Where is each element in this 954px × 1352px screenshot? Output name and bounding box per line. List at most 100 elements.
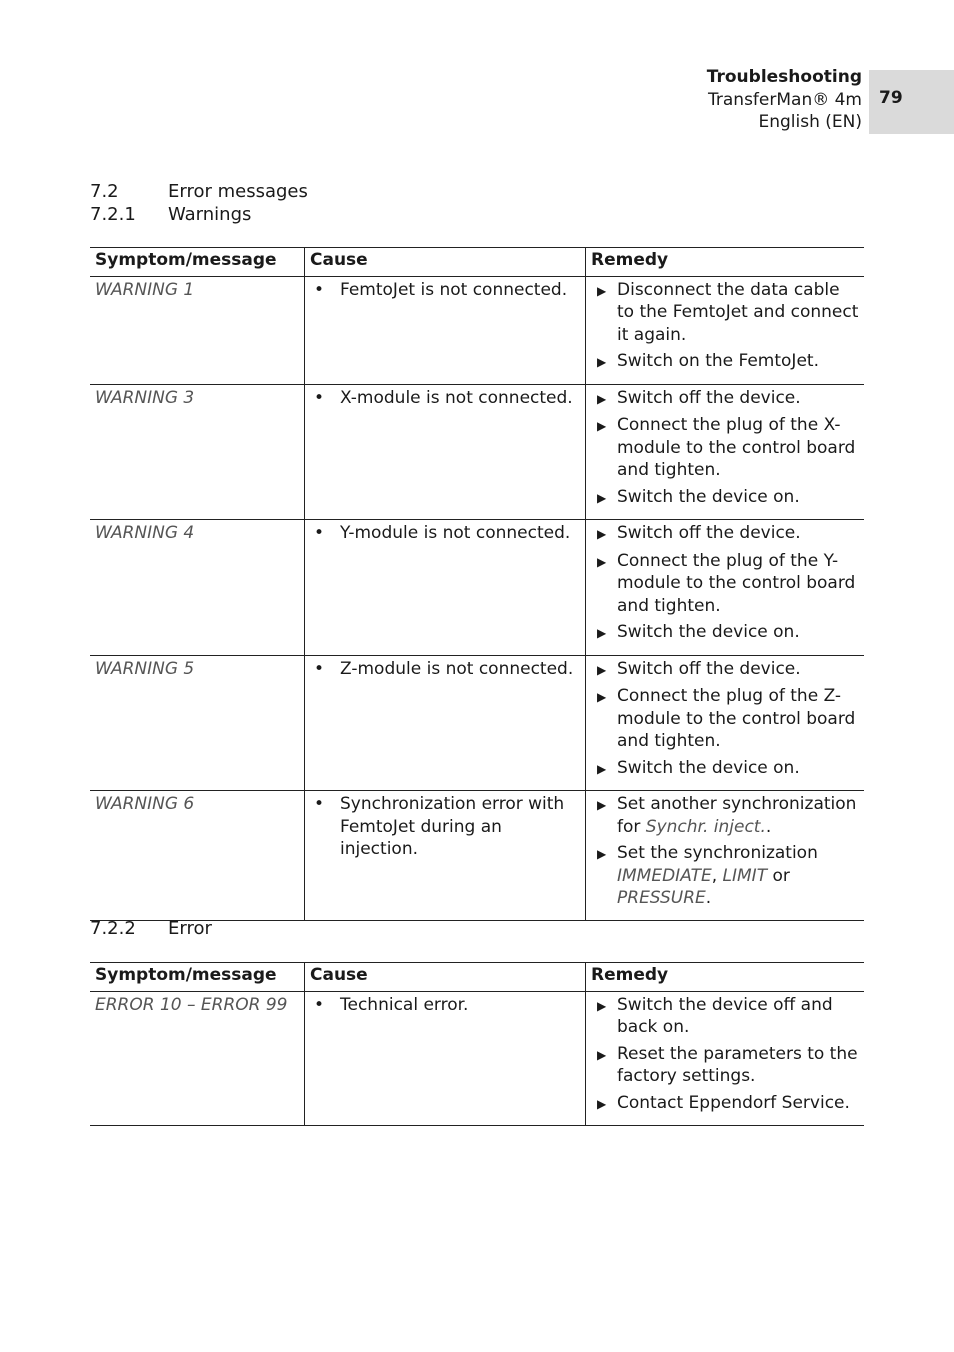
triangle-bullet-icon: ▶	[597, 1096, 607, 1111]
symptom-message: WARNING 3	[95, 387, 195, 408]
symptom-message: WARNING 6	[95, 794, 195, 814]
cause-text: Synchronization error with FemtoJet duri…	[340, 794, 565, 859]
col-symptom: Symptom/message	[90, 962, 305, 992]
cause-cell: • Technical error.	[304, 991, 586, 1126]
cause-cell: • Synchronization error with FemtoJet dur…	[304, 790, 586, 921]
remedy-fragment: Set the synchronization	[617, 843, 818, 863]
col-cause: Cause	[304, 247, 586, 277]
remedy-item: ▶ Switch off the device.	[591, 387, 859, 411]
triangle-bullet-icon: ▶	[597, 527, 607, 541]
remedy-item: ▶ Reset the parameters to the factory set…	[591, 1043, 859, 1088]
remedy-item: ▶ Set the synchronization IMMEDIATE, LIMI…	[591, 842, 859, 910]
remedy-text: Connect the plug of the X-module to the …	[617, 415, 856, 480]
remedy-cell: ▶ Set another synchronization for Synchr.…	[585, 790, 864, 921]
col-cause: Cause	[304, 962, 586, 992]
col-remedy: Remedy	[585, 962, 864, 992]
triangle-bullet-icon: ▶	[597, 761, 607, 776]
remedy-item: ▶ Switch on the FemtoJet.	[591, 350, 859, 374]
cause-text: FemtoJet is not connected.	[340, 279, 568, 300]
cause-item: • X-module is not connected.	[310, 387, 580, 410]
remedy-fragment: .	[765, 816, 772, 837]
cause-cell: • Z-module is not connected.	[304, 655, 586, 791]
remedy-cell: ▶ Switch off the device. ▶ Connect the plug…	[585, 519, 864, 656]
table-row: WARNING 6 • Synchronization error with Fem…	[90, 790, 864, 921]
col-remedy: Remedy	[585, 247, 864, 277]
page-number-box: 79	[869, 70, 954, 134]
bullet-icon: •	[314, 794, 325, 814]
remedy-text: Switch on the FemtoJet.	[617, 351, 819, 371]
remedy-text: Switch off the device.	[617, 658, 801, 679]
bullet-icon: •	[314, 658, 325, 679]
remedy-text: Reset the parameters to the factory sett…	[617, 1043, 858, 1087]
running-header: Troubleshooting TransferMan® 4m English …	[707, 66, 862, 134]
table-row: WARNING 1 • FemtoJet is not connected. ▶ Dis…	[90, 276, 864, 385]
triangle-bullet-icon: ▶	[597, 1047, 607, 1062]
remedy-fragment: .	[705, 888, 712, 908]
triangle-bullet-icon: ▶	[597, 283, 607, 298]
symptom-cell: WARNING 1	[90, 276, 305, 385]
section-heading-7-2-2: 7.2.2 Error	[90, 918, 212, 939]
product-name: TransferMan® 4m	[708, 89, 862, 110]
errors-table: Symptom/message Cause Remedy ERROR 10 – …	[90, 962, 864, 1126]
triangle-bullet-icon: ▶	[597, 626, 607, 640]
cause-item: • Z-module is not connected.	[310, 658, 580, 681]
table-row: WARNING 4 • Y-module is not connected. ▶ Swi…	[90, 519, 864, 656]
cause-item: • Technical error.	[310, 994, 580, 1017]
cause-text: Technical error.	[340, 994, 469, 1015]
remedy-fragment: Synchr. inject.	[645, 816, 766, 837]
triangle-bullet-icon: ▶	[597, 355, 607, 369]
remedy-item: ▶ Switch off the device.	[591, 658, 859, 682]
remedy-text: Connect the plug of the Y-module to the …	[617, 550, 856, 616]
table-row: ERROR 10 – ERROR 99 • Technical error. ▶ Swi…	[90, 991, 864, 1126]
remedy-text: Switch the device off and back on.	[617, 994, 833, 1038]
remedy-text: Set the synchronization IMMEDIATE, LIMIT…	[617, 842, 859, 910]
triangle-bullet-icon: ▶	[597, 554, 607, 569]
cause-text: X-module is not connected.	[340, 387, 573, 408]
remedy-text: Switch off the device.	[617, 523, 801, 543]
bullet-icon: •	[314, 994, 325, 1015]
cause-item: • Synchronization error with FemtoJet dur…	[310, 793, 580, 861]
remedy-text: Switch the device on.	[617, 622, 800, 642]
symptom-cell: WARNING 3	[90, 384, 305, 520]
cause-item: • Y-module is not connected.	[310, 522, 580, 545]
triangle-bullet-icon: ▶	[597, 662, 607, 677]
remedy-item: ▶ Set another synchronization for Synchr.…	[591, 793, 859, 838]
bullet-icon: •	[314, 387, 325, 408]
remedy-item: ▶ Connect the plug of the X-module to the…	[591, 414, 859, 482]
symptom-cell: WARNING 6	[90, 790, 305, 921]
remedy-text: Switch the device on.	[617, 486, 800, 507]
cause-cell: • Y-module is not connected.	[304, 519, 586, 656]
remedy-item: ▶ Contact Eppendorf Service.	[591, 1092, 859, 1116]
warnings-table: Symptom/message Cause Remedy WARNING 1 • F…	[90, 247, 864, 921]
symptom-cell: ERROR 10 – ERROR 99	[90, 991, 305, 1126]
remedy-fragment: ,	[711, 865, 723, 886]
symptom-cell: WARNING 5	[90, 655, 305, 791]
remedy-item: ▶ Switch the device on.	[591, 621, 859, 645]
cause-item: • FemtoJet is not connected.	[310, 279, 580, 302]
section-heading-7-2: 7.2 Error messages	[90, 181, 308, 202]
remedy-text: Contact Eppendorf Service.	[617, 1092, 850, 1113]
table-row: WARNING 3 • X-module is not connected. ▶ Swi…	[90, 384, 864, 520]
remedy-cell: ▶ Switch off the device. ▶ Connect the plug…	[585, 655, 864, 791]
remedy-text: Set another synchronization for Synchr. …	[617, 793, 859, 838]
chapter-title: Troubleshooting	[706, 67, 862, 87]
remedy-item: ▶ Connect the plug of the Z-module to the…	[591, 685, 859, 753]
triangle-bullet-icon: ▶	[597, 490, 607, 505]
remedy-text: Connect the plug of the Z-module to the …	[617, 686, 856, 751]
language: English (EN)	[758, 112, 862, 132]
remedy-fragment: IMMEDIATE	[617, 865, 712, 886]
remedy-fragment: LIMIT	[722, 865, 768, 886]
remedy-fragment: PRESSURE	[617, 888, 706, 908]
cause-cell: • X-module is not connected.	[304, 384, 586, 520]
bullet-icon: •	[314, 279, 325, 300]
remedy-text: Switch off the device.	[617, 387, 801, 408]
symptom-message: WARNING 4	[95, 523, 195, 543]
remedy-item: ▶ Connect the plug of the Y-module to the…	[591, 550, 859, 618]
symptom-message: WARNING 1	[95, 279, 195, 300]
triangle-bullet-icon: ▶	[597, 391, 607, 406]
symptom-message: ERROR 10 – ERROR 99	[95, 994, 288, 1015]
remedy-cell: ▶ Disconnect the data cable to the FemtoJ…	[585, 276, 864, 385]
remedy-item: ▶ Switch the device on.	[591, 486, 859, 510]
triangle-bullet-icon: ▶	[597, 798, 607, 812]
triangle-bullet-icon: ▶	[597, 847, 607, 861]
